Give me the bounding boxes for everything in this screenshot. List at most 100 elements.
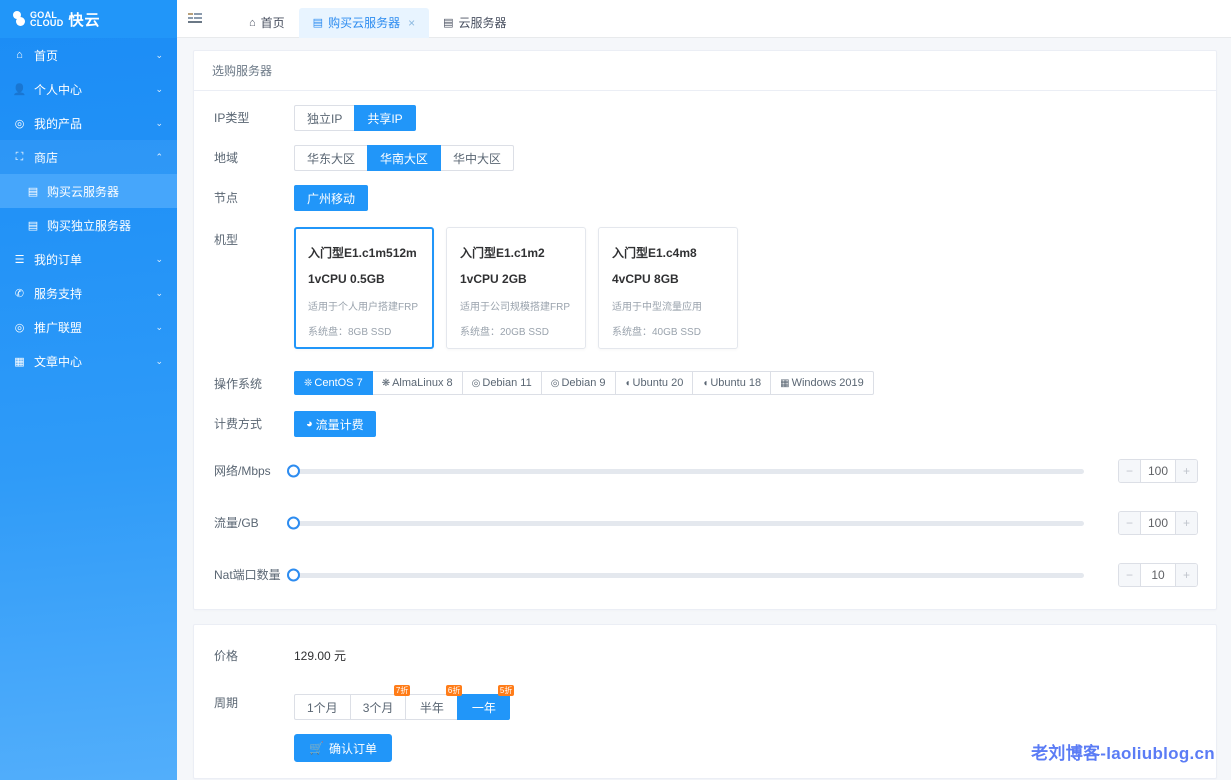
slider-handle[interactable] bbox=[287, 465, 300, 478]
confirm-order-button[interactable]: 🛒 确认订单 bbox=[294, 734, 392, 762]
sidebar-item-articles[interactable]: ▦ 文章中心 ⌄ bbox=[0, 344, 177, 378]
sidebar-item-shop[interactable]: ⛶ 商店 ⌃ bbox=[0, 140, 177, 174]
os-option-label: Windows 2019 bbox=[792, 377, 864, 389]
stepper-increment-button[interactable]: + bbox=[1175, 564, 1197, 586]
nat-ports-slider[interactable] bbox=[294, 565, 1106, 585]
card-body: 价格 129.00 元 周期 1个月 bbox=[194, 625, 1216, 778]
sidebar-item-label: 我的产品 bbox=[34, 115, 155, 132]
stepper-value[interactable]: 100 bbox=[1141, 460, 1175, 482]
form-row-confirm: 🛒 确认订单 bbox=[212, 734, 1198, 762]
stepper-increment-button[interactable]: + bbox=[1175, 512, 1197, 534]
slider-handle[interactable] bbox=[287, 517, 300, 530]
order-list-icon: ☰ bbox=[12, 253, 27, 266]
period-option-halfyear[interactable]: 半年 bbox=[405, 694, 458, 720]
os-option-almalinux8[interactable]: ❋ AlmaLinux 8 bbox=[372, 371, 463, 395]
tab-buy-cloud-server[interactable]: ▤ 购买云服务器 × bbox=[299, 8, 429, 38]
nat-ports-stepper[interactable]: − 10 + bbox=[1118, 563, 1198, 587]
form-row-period: 周期 1个月 7折 3个月 6 bbox=[212, 687, 1198, 720]
bandwidth-slider[interactable] bbox=[294, 461, 1106, 481]
sidebar-item-home[interactable]: ⌂ 首页 ⌄ bbox=[0, 38, 177, 72]
os-option-debian9[interactable]: ◎ Debian 9 bbox=[541, 371, 616, 395]
tab-home[interactable]: ⌂ 首页 bbox=[235, 8, 299, 38]
slider-track[interactable] bbox=[294, 521, 1084, 526]
period-item-3months: 7折 3个月 bbox=[351, 694, 407, 720]
stepper-decrement-button[interactable]: − bbox=[1119, 460, 1141, 482]
traffic-stepper[interactable]: − 100 + bbox=[1118, 511, 1198, 535]
tab-cloud-server[interactable]: ▤ 云服务器 bbox=[429, 8, 520, 38]
chevron-down-icon: ⌄ bbox=[155, 254, 163, 265]
os-option-debian11[interactable]: ◎ Debian 11 bbox=[462, 371, 542, 395]
ubuntu-icon: ◖ bbox=[625, 378, 631, 389]
machine-card-e1-c1m2[interactable]: 入门型E1.c1m2 1vCPU 2GB 适用于公司规模搭建FRP 系统盘：20… bbox=[446, 227, 586, 349]
field-label: Nat端口数量 bbox=[212, 565, 294, 585]
machine-card-e1-c1m512m[interactable]: 入门型E1.c1m512m 1vCPU 0.5GB 适用于个人用户搭建FRP 系… bbox=[294, 227, 434, 349]
machine-card-e1-c4m8[interactable]: 入门型E1.c4m8 4vCPU 8GB 适用于中型流量应用 系统盘：40GB … bbox=[598, 227, 738, 349]
sidebar-item-my-products[interactable]: ◎ 我的产品 ⌄ bbox=[0, 106, 177, 140]
slider-track[interactable] bbox=[294, 573, 1084, 578]
close-icon[interactable]: × bbox=[408, 17, 415, 29]
tab-label: 首页 bbox=[261, 14, 285, 31]
sidebar-item-promotion[interactable]: ◎ 推广联盟 ⌄ bbox=[0, 310, 177, 344]
sidebar-item-label: 首页 bbox=[34, 47, 155, 64]
stepper-value[interactable]: 100 bbox=[1141, 512, 1175, 534]
chevron-down-icon: ⌄ bbox=[155, 118, 163, 129]
period-option-oneyear[interactable]: 一年 bbox=[457, 694, 510, 720]
sidebar-subitem-label: 购买云服务器 bbox=[47, 183, 119, 200]
node-option-guangzhou-mobile[interactable]: 广州移动 bbox=[294, 185, 368, 211]
node-button-group: 广州移动 bbox=[294, 185, 368, 211]
brand-logo[interactable]: GOAL CLOUD 快云 bbox=[0, 0, 177, 38]
form-row-os: 操作系统 ❊ CentOS 7 ❋ AlmaLinux 8 bbox=[212, 371, 1198, 397]
traffic-slider[interactable] bbox=[294, 513, 1106, 533]
sidebar-item-my-orders[interactable]: ☰ 我的订单 ⌄ bbox=[0, 242, 177, 276]
slider-handle[interactable] bbox=[287, 569, 300, 582]
os-option-centos7[interactable]: ❊ CentOS 7 bbox=[294, 371, 373, 395]
period-option-1month[interactable]: 1个月 bbox=[294, 694, 351, 720]
machine-card-title: 入门型E1.c4m8 bbox=[612, 244, 724, 261]
stepper-decrement-button[interactable]: − bbox=[1119, 512, 1141, 534]
billing-option-label: 流量计费 bbox=[316, 416, 364, 433]
ip-type-option-dedicated[interactable]: 独立IP bbox=[294, 105, 355, 131]
region-option-east[interactable]: 华东大区 bbox=[294, 145, 368, 171]
bandwidth-stepper[interactable]: − 100 + bbox=[1118, 459, 1198, 483]
field-label: 计费方式 bbox=[212, 411, 294, 437]
stepper-decrement-button[interactable]: − bbox=[1119, 564, 1141, 586]
chevron-down-icon: ⌄ bbox=[155, 84, 163, 95]
sidebar-item-buy-cloud-server[interactable]: ▤ 购买云服务器 bbox=[0, 174, 177, 208]
chevron-up-icon: ⌃ bbox=[155, 152, 163, 163]
os-option-windows2019[interactable]: ▦ Windows 2019 bbox=[770, 371, 874, 395]
form-row-billing: 计费方式 ◕ 流量计费 bbox=[212, 411, 1198, 437]
slider-track[interactable] bbox=[294, 469, 1084, 474]
machine-card-disk: 系统盘：8GB SSD bbox=[308, 323, 420, 338]
form-row-node: 节点 广州移动 bbox=[212, 185, 1198, 211]
sidebar-item-personal-center[interactable]: 👤 个人中心 ⌄ bbox=[0, 72, 177, 106]
collapse-menu-icon[interactable] bbox=[177, 0, 213, 38]
os-option-ubuntu18[interactable]: ◖ Ubuntu 18 bbox=[692, 371, 771, 395]
topbar: ⌂ 首页 ▤ 购买云服务器 × ▤ 云服务器 bbox=[177, 0, 1231, 38]
billing-option-traffic[interactable]: ◕ 流量计费 bbox=[294, 411, 376, 437]
period-option-3months[interactable]: 3个月 bbox=[350, 694, 407, 720]
confirm-order-label: 确认订单 bbox=[329, 740, 377, 757]
region-option-central[interactable]: 华中大区 bbox=[440, 145, 514, 171]
os-button-group: ❊ CentOS 7 ❋ AlmaLinux 8 ◎ Debian 11 bbox=[294, 371, 874, 395]
user-icon: 👤 bbox=[12, 83, 27, 96]
server-icon: ▤ bbox=[313, 16, 323, 29]
sidebar-item-support[interactable]: ✆ 服务支持 ⌄ bbox=[0, 276, 177, 310]
field-label: 机型 bbox=[212, 227, 294, 253]
sidebar-item-buy-dedicated-server[interactable]: ▤ 购买独立服务器 bbox=[0, 208, 177, 242]
ip-type-option-shared[interactable]: 共享IP bbox=[354, 105, 415, 131]
stepper-increment-button[interactable]: + bbox=[1175, 460, 1197, 482]
brand-logo-en-line2: CLOUD bbox=[30, 19, 64, 27]
content-scroll-area: 选购服务器 IP类型 独立IP 共享IP 地 bbox=[177, 38, 1231, 780]
region-option-south[interactable]: 华南大区 bbox=[367, 145, 441, 171]
form-row-region: 地域 华东大区 华南大区 华中大区 bbox=[212, 145, 1198, 171]
chevron-down-icon: ⌄ bbox=[155, 288, 163, 299]
chevron-down-icon: ⌄ bbox=[155, 50, 163, 61]
chevron-down-icon: ⌄ bbox=[155, 322, 163, 333]
os-option-ubuntu20[interactable]: ◖ Ubuntu 20 bbox=[615, 371, 694, 395]
windows-icon: ▦ bbox=[780, 378, 789, 389]
stepper-value[interactable]: 10 bbox=[1141, 564, 1175, 586]
server-icon: ▤ bbox=[443, 16, 453, 29]
field-control: 广州移动 bbox=[294, 185, 1198, 211]
form-row-price: 价格 129.00 元 bbox=[212, 643, 1198, 669]
field-label: 价格 bbox=[212, 643, 294, 669]
